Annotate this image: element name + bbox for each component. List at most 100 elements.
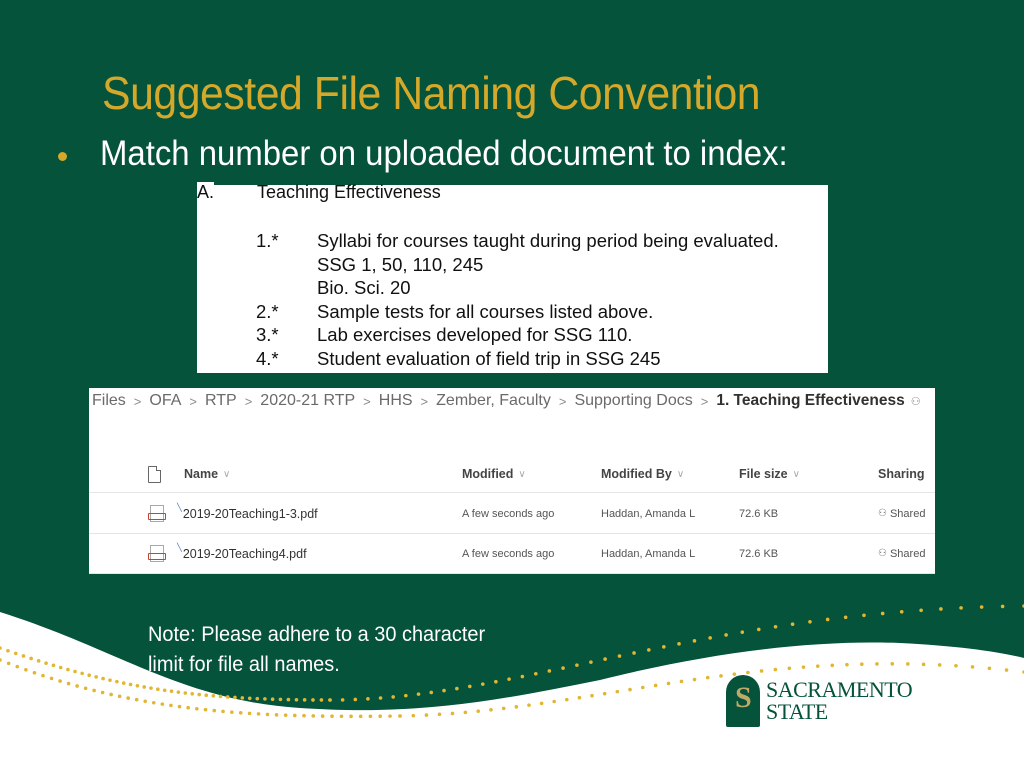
file-name-link[interactable]: 2019-20Teaching1-3.pdf: [183, 507, 318, 521]
decorative-dot: [921, 662, 926, 667]
decorative-dot: [662, 645, 666, 649]
decorative-dot: [278, 697, 283, 702]
file-sharing[interactable]: ⚇ Shared: [878, 494, 925, 533]
breadcrumb-rtp[interactable]: RTP: [205, 392, 237, 410]
decorative-dot: [126, 696, 130, 700]
breadcrumb-2020-21-rtp[interactable]: 2020-21 RTP: [260, 392, 355, 410]
column-header-modified-by[interactable]: Modified By ∨: [601, 456, 684, 492]
decorative-dot: [773, 667, 778, 672]
index-item-text: Student evaluation of field trip in SSG …: [317, 347, 661, 369]
decorative-dot: [416, 692, 421, 696]
decorative-dot: [979, 605, 984, 609]
breadcrumb-files[interactable]: Files: [92, 392, 126, 410]
decorative-dot: [238, 710, 243, 715]
decorative-dot: [640, 685, 645, 690]
decorative-dot: [212, 708, 217, 713]
decorative-dot: [197, 692, 202, 697]
decorative-dot: [959, 606, 963, 610]
decorative-dot: [589, 660, 593, 664]
file-row[interactable]: ╲ 2019-20Teaching1-3.pdf A few seconds ag…: [89, 494, 935, 534]
chevron-right-icon: >: [189, 393, 197, 409]
logo-line-1: SACRAMENTO: [766, 677, 913, 702]
decorative-dot: [724, 633, 728, 637]
decorative-dot: [6, 648, 10, 653]
column-header-file-size[interactable]: File size ∨: [739, 456, 800, 492]
decorative-dot: [773, 624, 778, 629]
file-row[interactable]: ╲ 2019-20Teaching4.pdf A few seconds ago …: [89, 534, 935, 574]
decorative-dot: [58, 679, 62, 683]
index-item-number: [256, 253, 317, 277]
decorative-dot: [450, 711, 455, 716]
decorative-dot: [790, 622, 795, 627]
decorative-dot: [424, 713, 429, 717]
decorative-dot: [398, 714, 402, 718]
file-browser-screenshot: Files > OFA > RTP > 2020-21 RTP > HHS > …: [89, 388, 935, 574]
note-line-1: Note: Please adhere to a 30 character: [148, 623, 486, 646]
column-header-modified[interactable]: Modified ∨: [462, 456, 526, 492]
decorative-dot: [265, 712, 270, 717]
decorative-dot: [302, 713, 306, 718]
bullet-text: Match number on uploaded document to ind…: [100, 134, 788, 173]
index-item-list: 1.* Syllabi for courses taught during per…: [256, 229, 779, 370]
logo-wordmark: SACRAMENTO STATE: [766, 677, 913, 723]
decorative-dot: [211, 694, 216, 698]
decorative-dot: [176, 690, 181, 694]
decorative-dot: [411, 713, 416, 718]
breadcrumb-supporting-docs[interactable]: Supporting Docs: [574, 392, 692, 410]
decorative-dot: [615, 689, 620, 694]
file-name-link[interactable]: 2019-20Teaching4.pdf: [183, 547, 307, 561]
index-item: 1.* Syllabi for courses taught during per…: [256, 229, 779, 253]
decorative-dot: [51, 663, 56, 668]
column-header-name[interactable]: Name ∨: [184, 456, 230, 492]
chevron-right-icon: >: [420, 393, 429, 409]
index-section-letter: A.: [197, 182, 215, 203]
note-line-2: limit for file all names.: [148, 653, 340, 676]
decorative-dot: [759, 669, 764, 673]
decorative-dot: [520, 674, 525, 679]
file-modified: A few seconds ago: [462, 547, 555, 560]
decorative-dot: [501, 706, 506, 711]
decorative-dot: [94, 675, 98, 679]
decorative-dot: [225, 695, 230, 699]
decorative-dot: [218, 694, 223, 699]
decorative-dot: [203, 707, 208, 712]
decorative-dot: [937, 663, 942, 667]
decorative-dot: [101, 676, 105, 681]
column-header-sharing[interactable]: Sharing: [878, 456, 925, 492]
decorative-dot: [692, 677, 697, 682]
column-header-modified-label: Modified: [462, 467, 514, 481]
decorative-dot: [311, 698, 315, 702]
decorative-dot: [476, 709, 481, 713]
column-header-file-size-label: File size: [739, 467, 788, 481]
decorative-dot: [32, 671, 37, 675]
decorative-dot: [6, 661, 11, 666]
decorative-dot: [388, 714, 392, 718]
file-size: 72.6 KB: [739, 507, 779, 520]
decorative-dot: [58, 665, 63, 670]
breadcrumb-hhs[interactable]: HHS: [379, 392, 413, 410]
decorative-dot: [808, 619, 812, 624]
file-sharing[interactable]: ⚇ Shared: [878, 534, 925, 573]
decorative-dot: [21, 654, 26, 658]
decorative-dot: [75, 684, 79, 688]
pdf-file-icon: [148, 505, 166, 522]
file-type-column-header[interactable]: [148, 456, 161, 492]
slide: Suggested File Naming Convention Match n…: [0, 0, 1024, 768]
decorative-dot: [186, 705, 190, 710]
decorative-dot: [204, 693, 209, 698]
decorative-dot: [160, 702, 165, 706]
decorative-dot: [514, 705, 519, 709]
decorative-dot: [358, 714, 363, 719]
decorative-dot: [270, 697, 275, 701]
decorative-dot: [115, 679, 119, 684]
breadcrumb-zember-faculty[interactable]: Zember, Faculty: [436, 392, 551, 410]
decorative-dot: [575, 663, 579, 667]
breadcrumb-ofa[interactable]: OFA: [149, 392, 181, 410]
decorative-dot: [679, 679, 684, 684]
column-header-modified-by-label: Modified By: [601, 467, 672, 481]
decorative-dot: [135, 683, 140, 688]
chevron-right-icon: >: [363, 393, 371, 409]
decorative-dot: [108, 678, 112, 682]
shared-people-icon[interactable]: ⚇: [911, 395, 921, 408]
decorative-dot: [533, 671, 538, 676]
